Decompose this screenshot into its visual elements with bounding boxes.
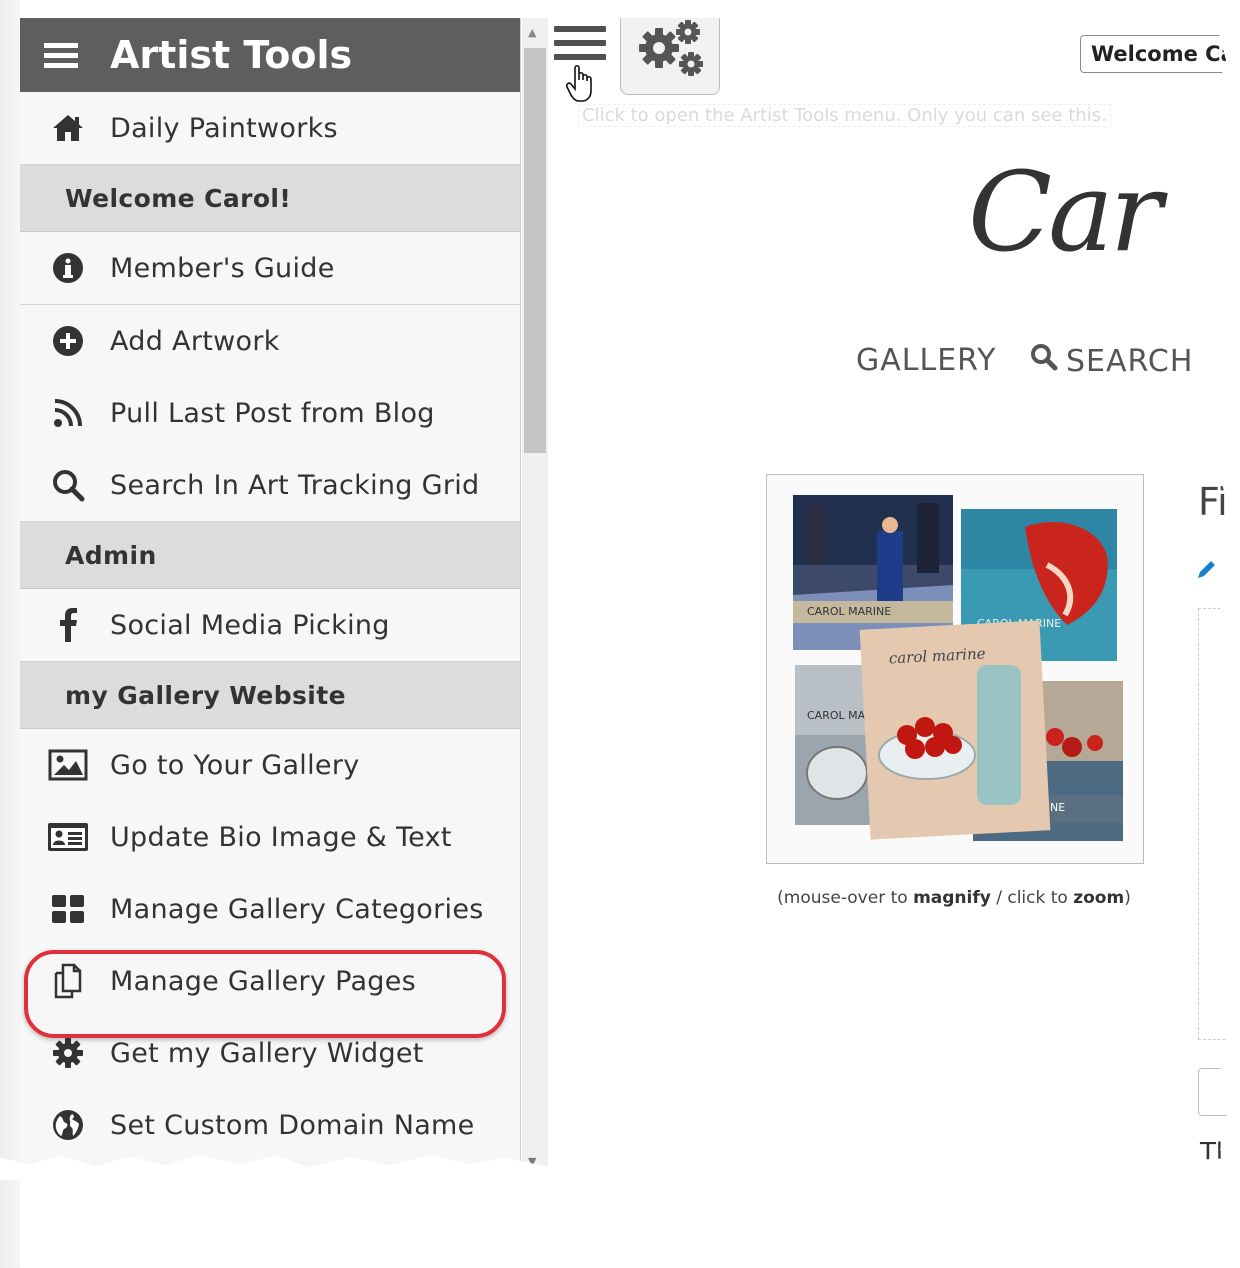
torn-edge-bottom [0,1155,1240,1180]
page-left-edge [0,0,20,1268]
scrollbar-thumb[interactable] [524,48,546,453]
caption-text: ) [1124,888,1131,908]
gallery-page: Click to open the Artist Tools menu. Onl… [548,18,1240,1168]
nav-gallery-link[interactable]: GALLERY [856,343,996,378]
sidebar-item-label: Member's Guide [110,252,335,284]
sidebar-item-pull-blog[interactable]: Pull Last Post from Blog [20,377,520,449]
home-icon [46,113,90,143]
sidebar-item-label: Social Media Picking [110,609,390,641]
caption-text: (mouse-over to [777,888,914,908]
image-icon [46,749,90,781]
search-icon [1030,343,1058,379]
sidebar-item-label: Get my Gallery Widget [110,1037,424,1069]
search-icon [46,468,90,502]
artwork-image[interactable]: CAROL MARINE CAROL MARINE CAROL MARINE [766,474,1144,864]
plus-circle-icon [46,325,90,357]
sidebar-item-label: Manage Gallery Categories [110,893,484,925]
torn-edge-right [1216,0,1240,1180]
sidebar-item-add-artwork[interactable]: Add Artwork [20,305,520,377]
globe-icon [46,1109,90,1141]
sidebar-item-daily-paintworks[interactable]: Daily Paintworks [20,92,520,165]
section-admin: Admin [20,522,520,589]
sidebar-item-label: Daily Paintworks [110,112,338,144]
sidebar-item-label: Set Custom Domain Name [110,1109,475,1141]
caption-zoom: zoom [1073,888,1125,908]
scroll-up-arrow-icon[interactable]: ▲ [528,26,536,39]
gears-icon [639,20,703,76]
artist-tools-menu-button[interactable] [554,26,606,68]
sidebar-item-search-grid[interactable]: Search In Art Tracking Grid [20,449,520,522]
sidebar-item-label: Search In Art Tracking Grid [110,469,480,501]
sidebar-item-members-guide[interactable]: Member's Guide [20,232,520,305]
caption-text: / click to [990,888,1074,908]
sidebar-title: Artist Tools [110,33,353,77]
sidebar-item-social-media[interactable]: Social Media Picking [20,589,520,662]
book-cover-cherries: carol marine [859,620,1051,840]
section-my-gallery: my Gallery Website [20,662,520,729]
hamburger-icon[interactable] [44,38,78,73]
sidebar-item-label: Go to Your Gallery [110,749,360,781]
sidebar-item-update-bio[interactable]: Update Bio Image & Text [20,801,520,873]
site-logo[interactable]: Car [968,148,1162,276]
grid-icon [46,894,90,924]
sidebar-item-manage-categories[interactable]: Manage Gallery Categories [20,873,520,945]
screenshot-area: Artist Tools Daily Paintworks Welcome Ca… [20,18,1240,1168]
id-card-icon [46,821,90,853]
artwork-caption: (mouse-over to magnify / click to zoom) [766,888,1142,908]
artist-tools-sidebar: Artist Tools Daily Paintworks Welcome Ca… [20,18,521,1168]
caption-magnify: magnify [913,888,991,908]
nav-search-link[interactable]: SEARCH [1030,343,1193,379]
rss-icon [46,398,90,428]
menu-tooltip: Click to open the Artist Tools menu. Onl… [578,104,1111,127]
gear-icon [46,1037,90,1069]
book1-title: CAROL MARINE [807,605,891,618]
sidebar-item-go-to-gallery[interactable]: Go to Your Gallery [20,729,520,801]
info-icon [46,252,90,284]
highlight-annotation [24,950,506,1038]
sidebar-item-label: Pull Last Post from Blog [110,397,435,429]
sidebar-item-label: Update Bio Image & Text [110,821,452,853]
nav-search-label: SEARCH [1066,343,1194,379]
sidebar-header: Artist Tools [20,18,520,92]
sidebar-item-label: Add Artwork [110,325,280,357]
facebook-icon [46,608,90,642]
settings-tab[interactable] [620,18,720,95]
section-welcome: Welcome Carol! [20,165,520,232]
sidebar-scrollbar[interactable]: ▲ ▼ [522,18,548,1168]
